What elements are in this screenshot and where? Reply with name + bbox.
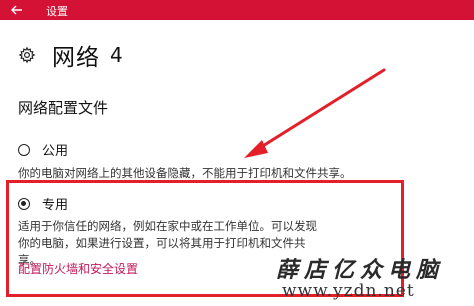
section-title: 网络配置文件 (18, 99, 109, 117)
public-radio[interactable] (18, 143, 30, 156)
gear-icon (18, 46, 36, 64)
back-button[interactable] (0, 0, 34, 20)
private-label: 专用 (42, 198, 69, 213)
public-profile-option[interactable]: 公用 (18, 140, 68, 159)
watermark-url: www.yzdn.net (282, 281, 415, 301)
watermark-name: 薛店亿众电脑 (276, 257, 445, 283)
back-arrow-icon (11, 5, 22, 15)
page-title: 网络 (52, 45, 100, 71)
public-label: 公用 (42, 144, 69, 159)
window-title: 设置 (46, 5, 68, 18)
public-description: 你的电脑对网络上的其他设备隐藏，不能用于打印机和文件共享。 (18, 166, 352, 180)
private-profile-option[interactable]: 专用 (18, 194, 68, 213)
page-heading: 网络 4 (18, 38, 123, 72)
firewall-settings-link[interactable]: 配置防火墙和安全设置 (18, 260, 138, 277)
page-number: 4 (110, 43, 123, 67)
private-radio[interactable] (18, 197, 30, 210)
title-bar: 设置 (0, 0, 474, 20)
